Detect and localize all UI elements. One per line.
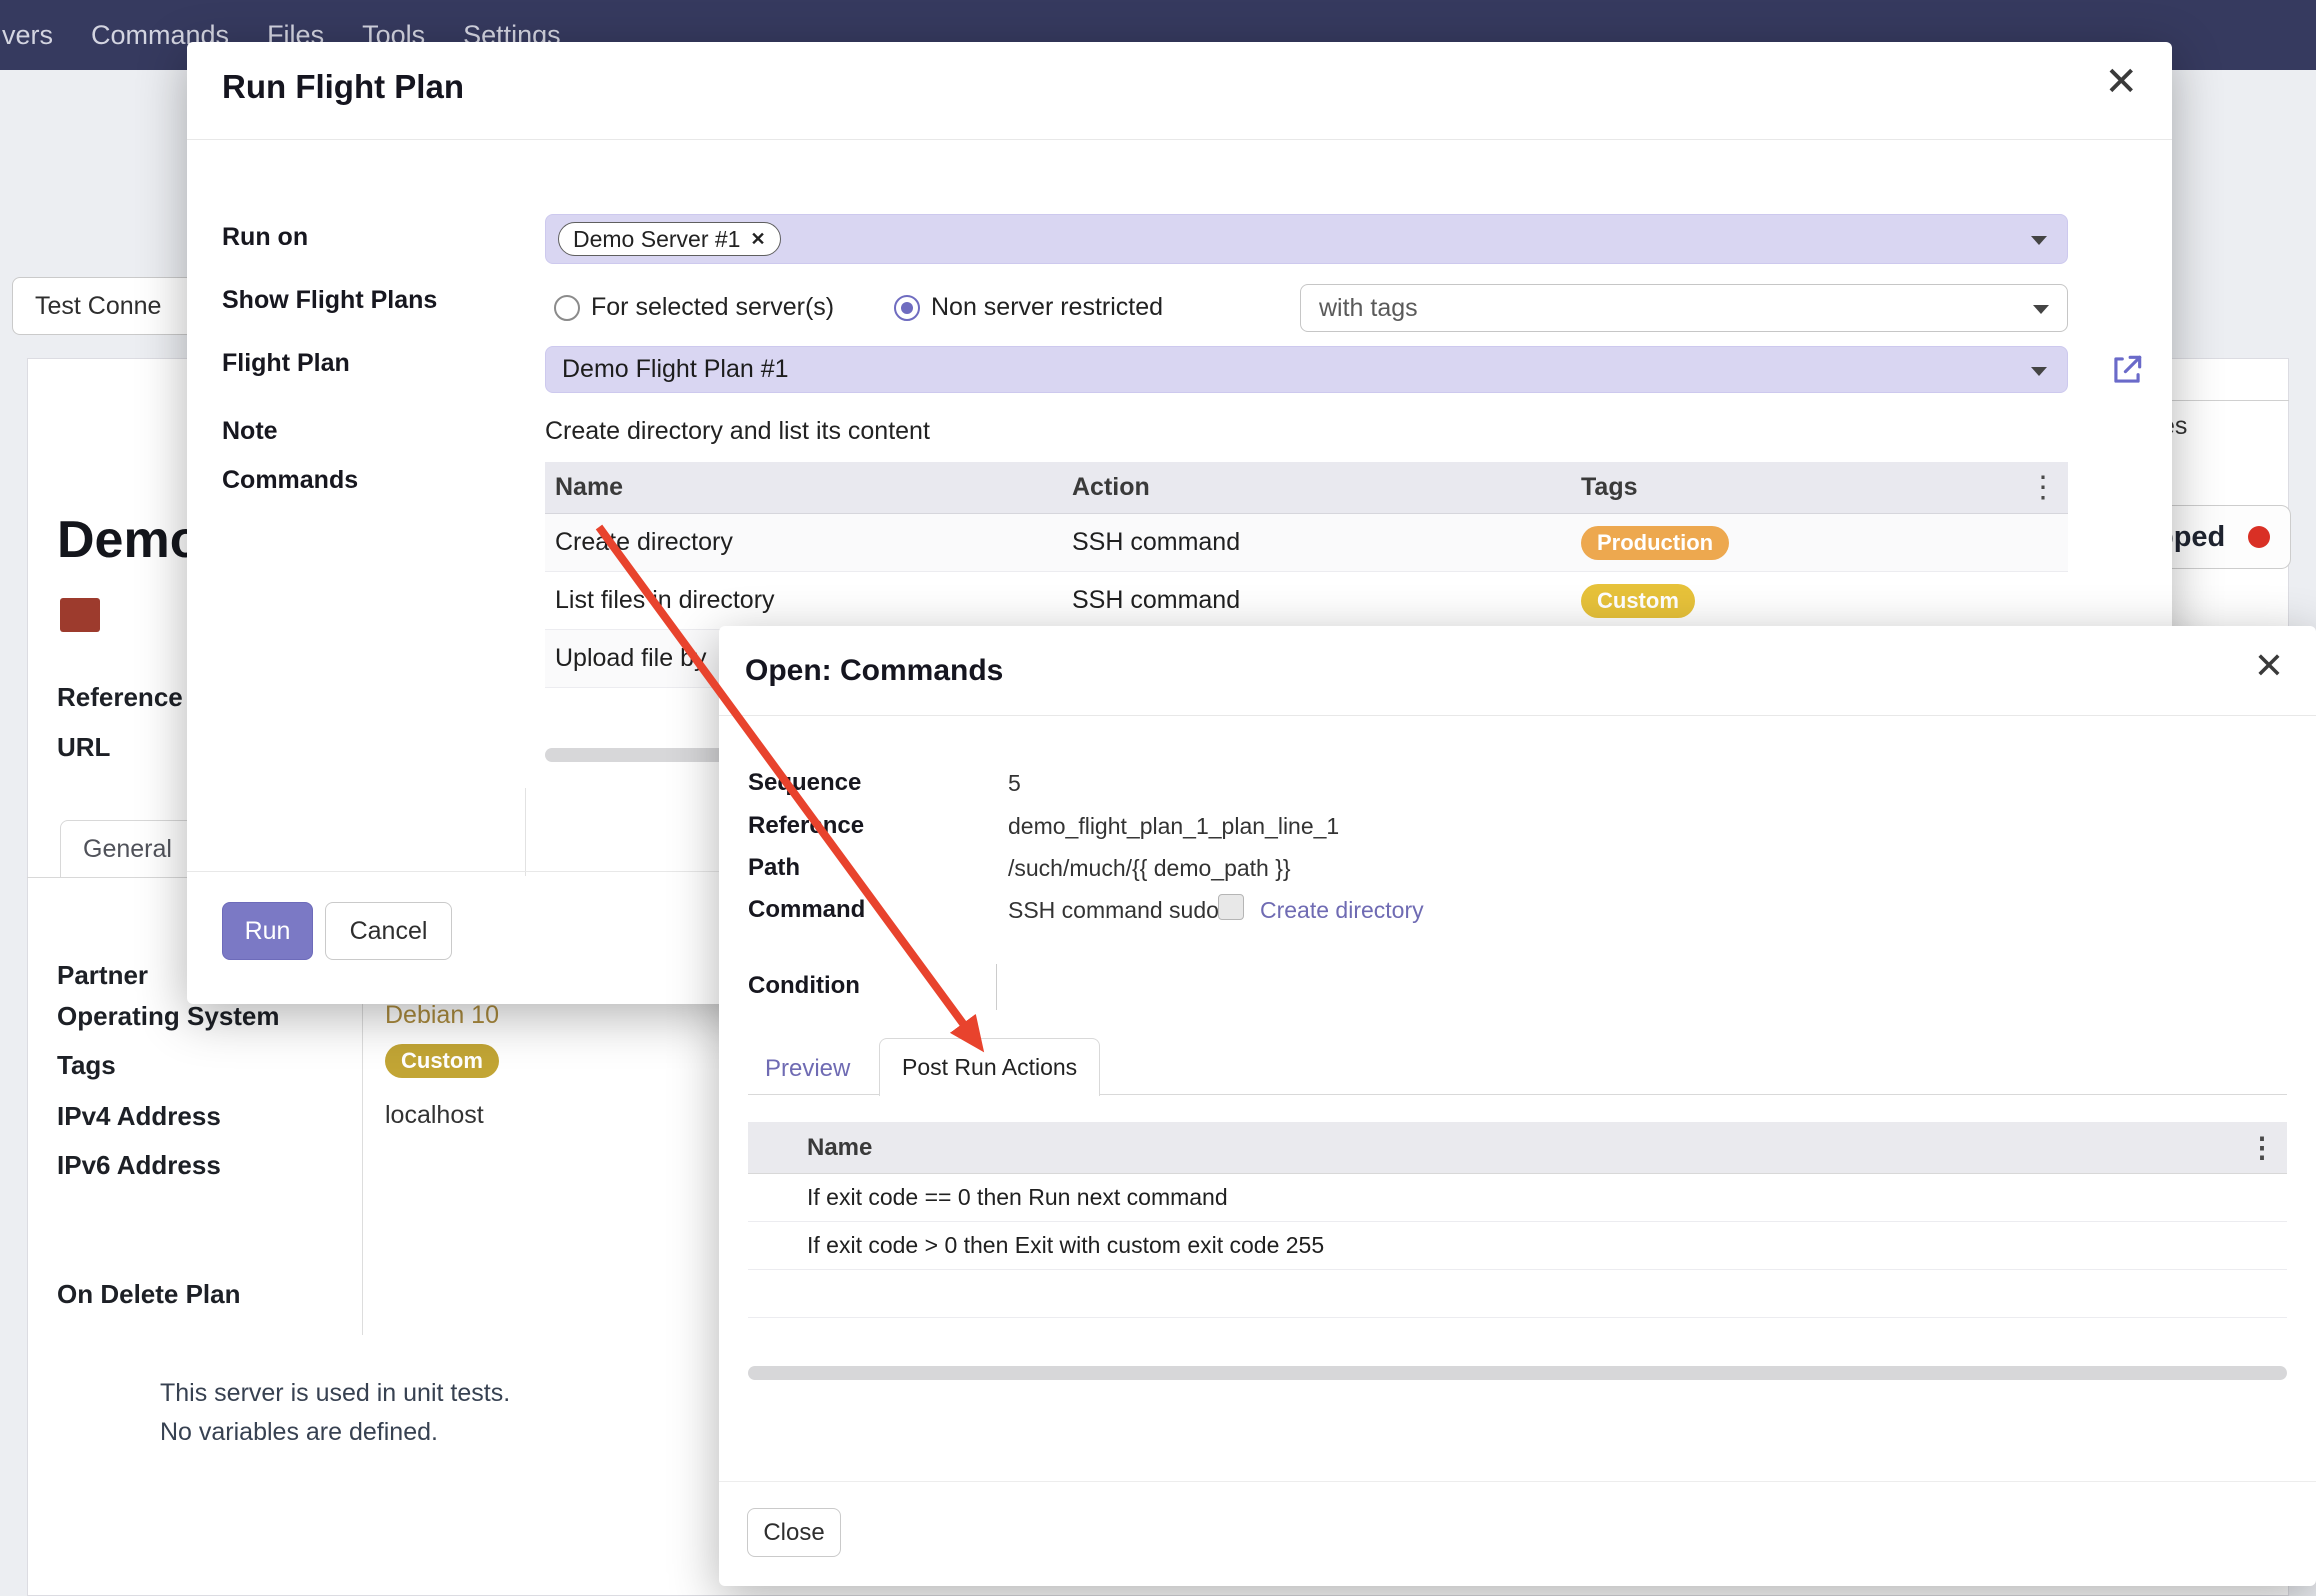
path-label: Path	[748, 854, 800, 882]
chevron-down-icon[interactable]	[2031, 236, 2047, 245]
column-header-name[interactable]: Name	[545, 473, 1062, 502]
post-run-actions-table: Name ⋮ If exit code == 0 then Run next c…	[748, 1122, 2287, 1318]
ipv6-label: IPv6 Address	[57, 1150, 221, 1181]
server-tag-pill[interactable]: Demo Server #1 ✕	[558, 222, 781, 256]
header-divider	[187, 139, 2172, 140]
table-row[interactable]: If exit code > 0 then Exit with custom e…	[748, 1222, 2287, 1270]
run-on-field[interactable]: Demo Server #1 ✕	[545, 214, 2068, 264]
run-button[interactable]: Run	[222, 902, 313, 960]
cell-name: If exit code > 0 then Exit with custom e…	[807, 1232, 2287, 1259]
open-commands-modal: Open: Commands ✕ Sequence 5 Reference de…	[719, 626, 2316, 1586]
column-header-tags[interactable]: Tags	[1571, 473, 2018, 502]
column-header-action[interactable]: Action	[1062, 473, 1571, 502]
table-options-icon[interactable]: ⋮	[2237, 1131, 2287, 1164]
command-label: Command	[748, 896, 865, 924]
reference-label: Reference	[57, 682, 183, 713]
table-options-icon[interactable]: ⋮	[2018, 470, 2068, 505]
close-icon[interactable]: ✕	[2254, 648, 2284, 684]
cell-name: If exit code == 0 then Run next command	[807, 1184, 2287, 1211]
modal-title: Open: Commands	[745, 654, 1003, 688]
run-on-label: Run on	[222, 223, 308, 252]
flight-plan-value: Demo Flight Plan #1	[562, 347, 789, 392]
color-swatch[interactable]	[60, 598, 100, 632]
flight-plan-label: Flight Plan	[222, 349, 350, 378]
tag-badge-custom[interactable]: Custom	[385, 1044, 499, 1078]
screen: vers Commands Files Tools Settings Test …	[0, 0, 2316, 1596]
close-button[interactable]: Close	[747, 1508, 841, 1557]
test-connection-label: Test Conne	[35, 292, 161, 321]
path-value: /such/much/{{ demo_path }}	[1008, 855, 1291, 882]
server-tag-label: Demo Server #1	[573, 226, 740, 253]
nav-item-servers[interactable]: vers	[2, 20, 53, 51]
radio-for-selected-servers-label[interactable]: For selected server(s)	[591, 293, 834, 322]
with-tags-placeholder: with tags	[1319, 285, 1418, 331]
test-connection-button[interactable]: Test Conne	[12, 277, 212, 335]
condition-label: Condition	[748, 972, 860, 1000]
condition-field-divider	[996, 964, 997, 1010]
cell-action: SSH command	[1062, 528, 1571, 557]
header-divider	[719, 715, 2316, 716]
commands-label: Commands	[222, 466, 358, 495]
close-icon[interactable]: ✕	[2104, 62, 2138, 102]
ipv4-label: IPv4 Address	[57, 1101, 221, 1132]
os-label: Operating System	[57, 1001, 280, 1032]
table-header-row: Name Action Tags ⋮	[545, 462, 2068, 514]
radio-non-server-restricted[interactable]	[894, 295, 920, 321]
tag-badge-custom: Custom	[1581, 584, 1695, 618]
command-checkbox[interactable]	[1218, 894, 1244, 920]
close-button-label: Close	[763, 1519, 824, 1547]
table-row[interactable]: List files in directory SSH command Cust…	[545, 572, 2068, 630]
field-divider	[525, 788, 526, 876]
os-value-link[interactable]: Debian 10	[385, 1001, 499, 1030]
status-dot-icon	[2248, 526, 2270, 548]
modal-title: Run Flight Plan	[222, 68, 464, 106]
table-header-row: Name ⋮	[748, 1122, 2287, 1174]
chevron-down-icon[interactable]	[2033, 305, 2049, 314]
cell-action: SSH command	[1062, 586, 1571, 615]
tab-post-run-actions[interactable]: Post Run Actions	[879, 1038, 1100, 1096]
remove-tag-icon[interactable]: ✕	[750, 229, 765, 250]
tab-general-label: General	[83, 835, 172, 863]
on-delete-plan-label: On Delete Plan	[57, 1279, 241, 1310]
tab-preview[interactable]: Preview	[765, 1055, 850, 1083]
run-button-label: Run	[245, 917, 291, 946]
server-title: Demo	[57, 510, 201, 570]
flight-plan-select[interactable]: Demo Flight Plan #1	[545, 346, 2068, 393]
show-flight-plans-label: Show Flight Plans	[222, 286, 437, 315]
table-row[interactable]: If exit code == 0 then Run next command	[748, 1174, 2287, 1222]
right-tab-underline	[2161, 400, 2289, 401]
footer-divider	[719, 1481, 2316, 1482]
create-directory-link[interactable]: Create directory	[1260, 897, 1424, 924]
tab-post-run-actions-label: Post Run Actions	[902, 1054, 1077, 1081]
with-tags-select[interactable]: with tags	[1300, 284, 2068, 332]
column-header-name[interactable]: Name	[807, 1134, 2237, 1162]
tags-label: Tags	[57, 1050, 116, 1081]
form-column-divider	[362, 955, 363, 1335]
sequence-value: 5	[1008, 770, 1021, 797]
sequence-label: Sequence	[748, 769, 861, 797]
command-value: SSH command sudo	[1008, 897, 1219, 924]
unit-test-note-line2: No variables are defined.	[160, 1418, 438, 1447]
note-label: Note	[222, 417, 278, 446]
radio-for-selected-servers[interactable]	[554, 295, 580, 321]
reference-label: Reference	[748, 812, 864, 840]
ipv4-value: localhost	[385, 1101, 484, 1130]
cancel-button[interactable]: Cancel	[325, 902, 452, 960]
external-link-icon[interactable]	[2108, 351, 2146, 389]
partner-label: Partner	[57, 960, 148, 991]
reference-value: demo_flight_plan_1_plan_line_1	[1008, 813, 1339, 840]
flight-plan-note: Create directory and list its content	[545, 417, 930, 446]
table-row[interactable]	[748, 1270, 2287, 1318]
chevron-down-icon[interactable]	[2031, 367, 2047, 376]
cell-name: List files in directory	[545, 586, 1062, 615]
table-row[interactable]: Create directory SSH command Production	[545, 514, 2068, 572]
horizontal-scrollbar[interactable]	[748, 1366, 2287, 1380]
unit-test-note-line1: This server is used in unit tests.	[160, 1379, 510, 1408]
tag-badge-production: Production	[1581, 526, 1729, 560]
radio-non-server-restricted-label[interactable]: Non server restricted	[931, 293, 1163, 322]
cell-name: Create directory	[545, 528, 1062, 557]
cancel-button-label: Cancel	[350, 917, 428, 946]
url-label: URL	[57, 732, 110, 763]
